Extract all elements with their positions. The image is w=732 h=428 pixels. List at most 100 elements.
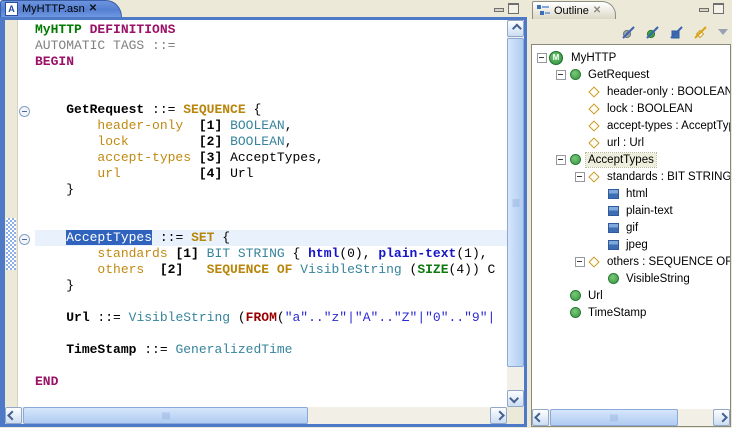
code-line[interactable]: others [2] SEQUENCE OF VisibleString (SI… [35,262,507,278]
outline-item-getrequest[interactable]: GetRequest [532,66,730,83]
annotation-ruler[interactable] [5,20,18,407]
code-line[interactable] [35,294,507,310]
code-line[interactable]: AUTOMATIC TAGS ::= [35,38,507,54]
code-line[interactable]: } [35,278,507,294]
code-line[interactable]: MyHTTP DEFINITIONS [35,22,507,38]
expander-spacer [555,308,568,317]
outline-tree: M MyHTTPGetRequest header-only : BOOLEANlo… [532,49,730,409]
scroll-right-icon[interactable] [490,407,507,424]
expander-spacer [574,121,587,130]
code-line[interactable]: BEGIN [35,54,507,70]
maximize-icon[interactable] [508,3,519,14]
expander-spacer [574,138,587,147]
code-line[interactable]: GetRequest ::= SEQUENCE { [35,102,507,118]
outline-part: Outline ✕ M MyHTTPGetRequest header-only :… [531,0,732,428]
code-lines: MyHTTP DEFINITIONSAUTOMATIC TAGS ::=BEGI… [18,20,507,390]
editor-tab-myhttp[interactable]: A MyHTTP.asn ✕ [0,0,122,17]
code-line[interactable]: accept-types [3] AcceptTypes, [35,150,507,166]
outline-tab[interactable]: Outline ✕ [532,1,616,19]
horizontal-scrollbar[interactable] [5,407,507,424]
code-line[interactable] [35,358,507,374]
scroll-up-icon[interactable] [507,20,524,37]
collapse-icon[interactable] [536,53,549,62]
outline-item-plain-text[interactable]: plain-text [532,202,730,219]
code-area[interactable]: MyHTTP DEFINITIONSAUTOMATIC TAGS ::=BEGI… [18,20,507,407]
outline-item-accept-types[interactable]: accept-types : AcceptTypes [532,117,730,134]
hide-types-filter-button[interactable] [644,24,661,41]
close-icon[interactable]: ✕ [593,6,601,16]
vertical-scroll-thumb[interactable] [507,38,524,367]
minimize-icon[interactable] [494,5,502,13]
outline-scroll-thumb[interactable] [550,409,678,426]
outline-item-lock[interactable]: lock : BOOLEAN [532,100,730,117]
code-line[interactable] [35,326,507,342]
editor-tab-row: A MyHTTP.asn ✕ [0,0,529,17]
outline-item-url[interactable]: url : Url [532,134,730,151]
field-icon [587,102,601,116]
outline-icon [537,4,550,17]
outline-tree-frame: M MyHTTPGetRequest header-only : BOOLEANlo… [531,44,731,427]
horizontal-scroll-thumb[interactable] [23,407,308,424]
outline-item-standards[interactable]: standards : BIT STRING [532,168,730,185]
outline-item-timestamp[interactable]: TimeStamp [532,304,730,321]
outline-item-label: gif [624,221,640,235]
type-icon [568,289,582,303]
maximize-icon[interactable] [713,3,724,14]
hide-values-filter-button[interactable] [620,24,637,41]
outline-item-jpeg[interactable]: jpeg [532,236,730,253]
expander-spacer [593,189,606,198]
outline-item-others[interactable]: others : SEQUENCE OF [532,253,730,270]
outline-item-accepttypes[interactable]: AcceptTypes [532,151,730,168]
scroll-right-icon[interactable] [713,409,730,426]
code-line[interactable]: header-only [1] BOOLEAN, [35,118,507,134]
bit-icon [606,204,620,218]
outline-item-label: Url [586,289,605,303]
expander-spacer [555,291,568,300]
code-line[interactable]: } [35,182,507,198]
code-line[interactable] [35,214,507,230]
minimize-icon[interactable] [699,5,707,13]
outline-item-url[interactable]: Url [532,287,730,304]
code-line[interactable] [35,70,507,86]
hide-fields-filter-button[interactable] [692,24,709,41]
collapse-icon[interactable] [19,234,30,245]
code-line[interactable]: AcceptTypes ::= SET { [35,230,507,246]
code-line[interactable]: END [35,374,507,390]
hide-bits-filter-button[interactable] [668,24,685,41]
outline-item-header-only[interactable]: header-only : BOOLEAN [532,83,730,100]
bit-icon [606,187,620,201]
collapse-icon[interactable] [574,172,587,181]
collapse-icon[interactable] [555,70,568,79]
close-icon[interactable]: ✕ [89,4,97,14]
code-line[interactable]: TimeStamp ::= GeneralizedTime [35,342,507,358]
code-line[interactable] [35,86,507,102]
code-line[interactable]: Url ::= VisibleString (FROM("a".."z"|"A"… [35,310,507,326]
code-line[interactable] [35,198,507,214]
collapse-icon[interactable] [555,155,568,164]
collapse-icon[interactable] [574,257,587,266]
code-line[interactable]: lock [2] BOOLEAN, [35,134,507,150]
outline-item-myhttp[interactable]: M MyHTTP [532,49,730,66]
outline-item-html[interactable]: html [532,185,730,202]
outline-horizontal-scrollbar[interactable] [532,409,730,426]
vertical-scrollbar[interactable] [507,20,524,407]
expander-spacer [574,87,587,96]
outline-item-visiblestring[interactable]: VisibleString [532,270,730,287]
code-line[interactable]: standards [1] BIT STRING { html(0), plai… [35,246,507,262]
outline-item-label: AcceptTypes [586,153,656,167]
range-indicator [6,218,16,270]
code-line[interactable]: url [4] Url [35,166,507,182]
outline-item-label: MyHTTP [569,51,618,65]
expander-spacer [593,206,606,215]
scroll-left-icon[interactable] [5,407,22,424]
outline-item-gif[interactable]: gif [532,219,730,236]
collapse-icon[interactable] [19,106,30,117]
scroll-down-icon[interactable] [507,390,524,407]
scroll-left-icon[interactable] [532,409,549,426]
editor-window-buttons [494,3,519,14]
outline-item-label: header-only : BOOLEAN [605,85,730,99]
field-icon [587,136,601,150]
view-menu-icon[interactable] [718,29,728,35]
field-icon [587,85,601,99]
module-icon: M [549,51,563,65]
